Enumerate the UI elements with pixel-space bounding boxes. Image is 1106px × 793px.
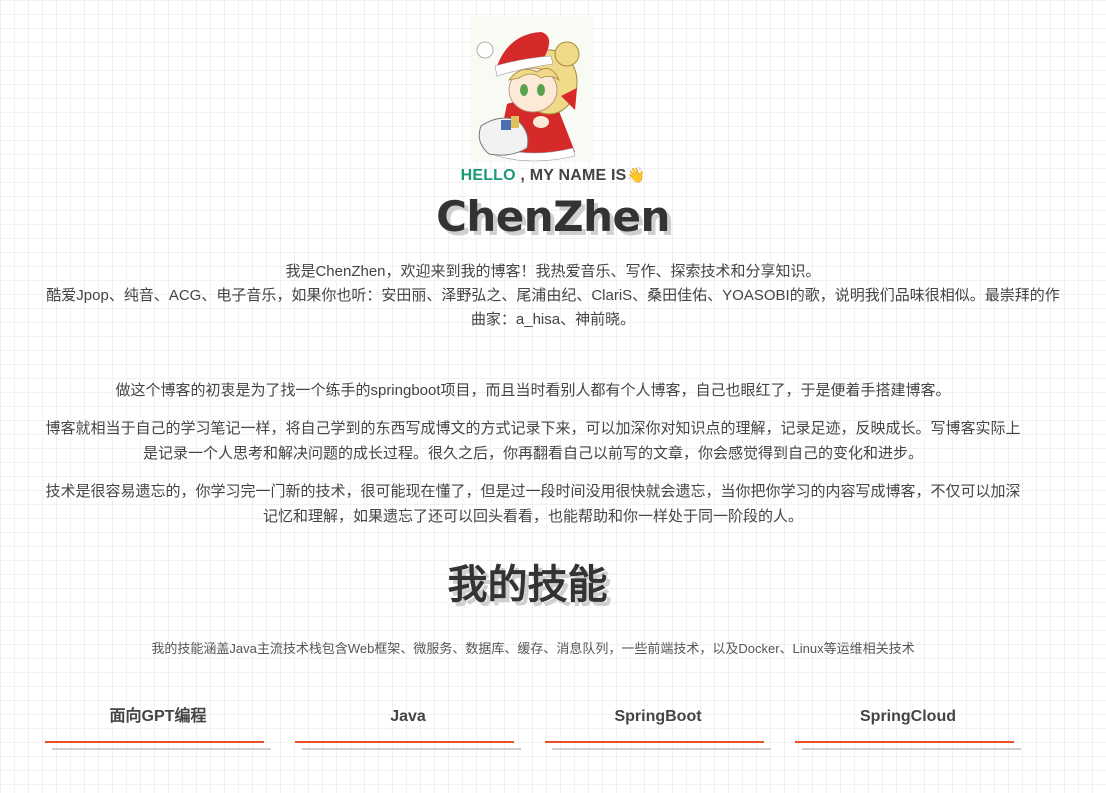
skill-underline-shadow xyxy=(802,748,1021,750)
skill-label: SpringCloud xyxy=(860,708,956,725)
hello-text: HELLO xyxy=(460,167,516,184)
skill-underline-shadow xyxy=(552,748,771,750)
greeting-rest: , MY NAME IS xyxy=(515,167,627,184)
skill-underline xyxy=(545,741,764,743)
avatar xyxy=(471,16,593,162)
skill-springcloud[interactable]: SpringCloud xyxy=(795,704,1021,754)
about-paragraph-1: 做这个博客的初衷是为了找一个练手的springboot项目，而且当时看别人都有个… xyxy=(115,382,951,399)
avatar-illustration xyxy=(476,32,580,162)
intro-line-2: 酷爱Jpop、纯音、ACG、电子音乐，如果你也听：安田丽、泽野弘之、尾浦由纪、C… xyxy=(46,287,1060,328)
about-section: 做这个博客的初衷是为了找一个练手的springboot项目，而且当时看别人都有个… xyxy=(40,378,1026,542)
skill-springboot[interactable]: SpringBoot xyxy=(545,704,771,754)
skill-label: Java xyxy=(390,708,426,725)
about-paragraph-2: 博客就相当于自己的学习笔记一样，将自己学到的东西写成博文的方式记录下来，可以加深… xyxy=(45,420,1021,462)
intro-line-1: 我是ChenZhen，欢迎来到我的博客！我热爱音乐、写作、探索技术和分享知识。 xyxy=(285,263,821,280)
skill-java[interactable]: Java xyxy=(295,704,521,754)
skill-underline xyxy=(45,741,264,743)
author-name: ChenZhen xyxy=(436,192,670,241)
skill-label: SpringBoot xyxy=(614,708,702,725)
greeting: HELLO , MY NAME IS👋 xyxy=(0,166,1106,185)
skill-underline-shadow xyxy=(52,748,271,750)
skill-underline xyxy=(295,741,514,743)
intro: 我是ChenZhen，欢迎来到我的博客！我热爱音乐、写作、探索技术和分享知识。 … xyxy=(40,260,1066,332)
skills-description: 我的技能涵盖Java主流技术栈包含Web框架、微服务、数据库、缓存、消息队列，一… xyxy=(151,641,915,656)
skills-title: 我的技能 xyxy=(447,563,608,607)
skill-underline xyxy=(795,741,1014,743)
skill-gpt-programming[interactable]: 面向GPT编程 xyxy=(45,704,271,754)
skill-label: 面向GPT编程 xyxy=(109,708,207,725)
about-paragraph-3: 技术是很容易遗忘的，你学习完一门新的技术，很可能现在懂了，但是过一段时间没用很快… xyxy=(45,483,1021,525)
skill-underline-shadow xyxy=(302,748,521,750)
waving-hand-icon: 👋 xyxy=(626,167,646,184)
